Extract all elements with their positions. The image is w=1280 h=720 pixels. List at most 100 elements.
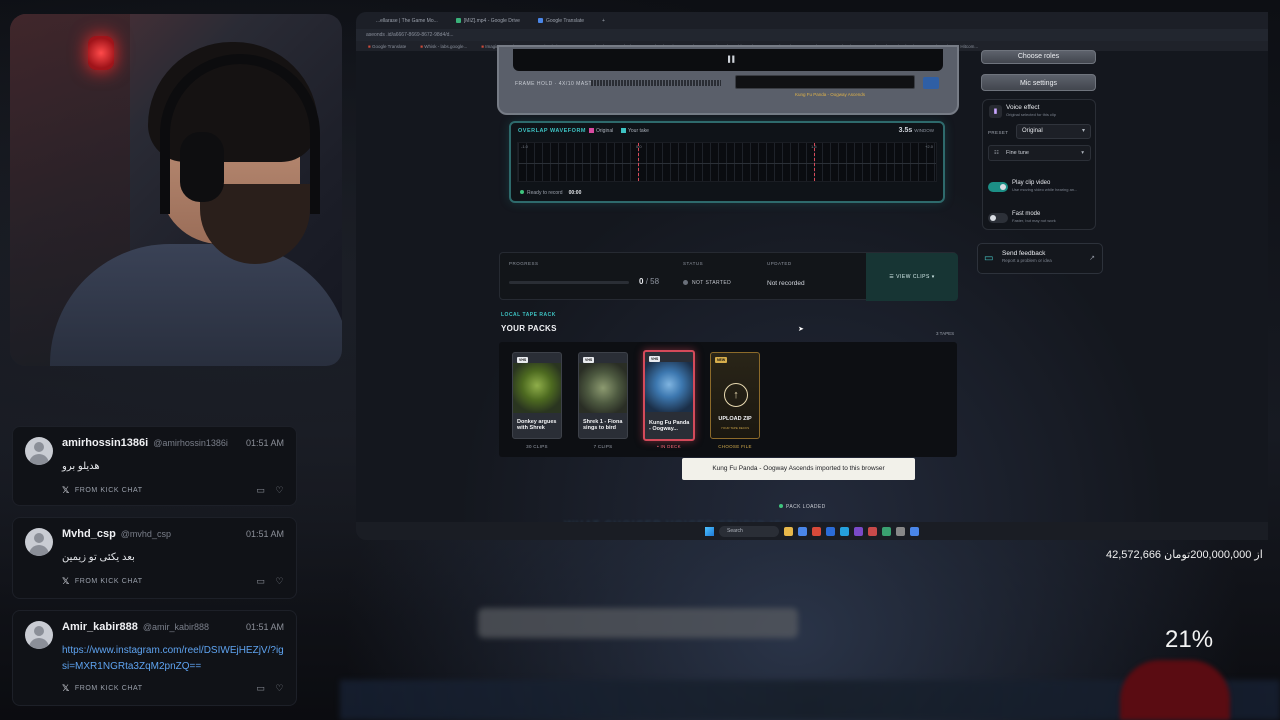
chat-username: Mvhd_csp (62, 528, 116, 540)
pack-caption: 7 CLIPS (593, 444, 613, 449)
send-feedback-button[interactable]: ▭ Send feedback Report a problem or idea … (977, 243, 1103, 274)
chat-text: بعد یکئی تو زیمین (62, 552, 135, 563)
folder-icon[interactable] (784, 526, 793, 536)
pack-name: Kung Fu Panda - Oogway... (649, 420, 690, 432)
screen-capture: ...ellarase | The Game Mo... [MIZ].mp4 -… (356, 12, 1268, 540)
store-icon[interactable] (826, 526, 835, 536)
new-tab-icon[interactable]: + (602, 18, 605, 24)
fast-mode-toggle[interactable] (988, 213, 1008, 223)
windows-start-icon[interactable] (705, 526, 714, 536)
donation-goal-text: 42,572,666 از 200,000,000تومان (1106, 549, 1263, 561)
updated-label: UPDATED (767, 261, 792, 266)
progress-count: 0 / 58 (639, 277, 660, 286)
fast-mode-sub: Faster, but may not work (1012, 218, 1056, 223)
preset-select[interactable]: Original (1016, 124, 1091, 139)
video-player: ▌▌ FRAME HOLD · 4X/10 MASTER Kung Fu Pan… (497, 45, 959, 115)
tick-label: +2.0 (925, 144, 933, 149)
pack-badge: VHS (517, 357, 529, 363)
red-light (88, 36, 114, 70)
feedback-title: Send feedback (1002, 250, 1046, 257)
chat-username: amirhossin1386i (62, 437, 149, 449)
legend-original: Original (589, 128, 613, 134)
pack-card-donkey[interactable]: VHS Donkey argues with Shrek (512, 352, 562, 439)
overlap-waveform: OVERLAP WAVEFORM Original Your take 3.5s… (509, 121, 945, 203)
settings-icon[interactable] (896, 526, 905, 536)
chat-source: FROM KICK CHAT (74, 685, 143, 692)
choose-file-button[interactable]: CHOOSE FILE (710, 444, 760, 449)
frame-meta: FRAME HOLD · 4X/10 MASTER (515, 81, 601, 87)
tape-slot (735, 75, 915, 89)
video-screen[interactable]: ▌▌ (513, 49, 943, 71)
avatar (25, 437, 53, 465)
voice-effect-panel: ▮ Voice effect Original selected for this… (982, 99, 1096, 230)
chat-message: Amir_kabir888 @amir_kabir888 01:51 AM ht… (12, 610, 297, 706)
legend-your-take: Your take (621, 128, 649, 134)
bookmark[interactable]: Google Translate (368, 44, 406, 49)
avatar (25, 528, 53, 556)
address-bar[interactable]: aseonds .id/a6667-8669-8672-98d4/d... (356, 29, 1268, 41)
marker-end (814, 143, 815, 181)
edge-icon[interactable] (798, 526, 807, 536)
bookmark[interactable]: Whisk - labs.google... (420, 44, 467, 49)
pack-art (645, 362, 693, 412)
reply-icon[interactable]: ▭ (256, 485, 265, 496)
waveform-grid[interactable]: -1.0 0.0 1.5 +2.0 (517, 142, 937, 182)
progress-label: PROGRESS (509, 261, 539, 266)
heart-icon[interactable]: ♡ (275, 576, 284, 587)
play-clip-toggle[interactable] (988, 182, 1008, 192)
app-icon[interactable] (882, 526, 891, 536)
heart-icon[interactable]: ♡ (275, 683, 284, 694)
pause-icon[interactable]: ▌▌ (728, 57, 737, 63)
app-icon[interactable] (910, 526, 919, 536)
chat-message: amirhossin1386i @amirhossin1386i 01:51 A… (12, 426, 297, 506)
marker-start (638, 143, 639, 181)
voice-effect-sub: Original selected for this clip (1006, 112, 1057, 117)
upload-arrow-icon: ↑ (724, 383, 748, 407)
x-icon: 𝕏 (62, 576, 70, 586)
browser-tab[interactable]: [MIZ].mp4 - Google Drive (455, 18, 520, 24)
taskbar-search[interactable]: Search (719, 525, 779, 537)
import-toast: Kung Fu Panda - Oogway Ascends imported … (682, 458, 915, 480)
chat-handle: @amirhossin1386i (153, 438, 228, 448)
x-icon: 𝕏 (62, 683, 70, 693)
pack-name: Shrek 1 - Fiona sings to bird (583, 419, 623, 431)
chat-source: FROM KICK CHAT (74, 487, 143, 494)
chrome-icon[interactable] (812, 526, 821, 536)
chat-text: هدیلو برو (62, 461, 100, 472)
browser-tab[interactable]: Google Translate (537, 18, 584, 24)
telegram-icon[interactable] (840, 526, 849, 536)
mic-settings-button[interactable]: Mic settings (981, 74, 1096, 91)
voice-effect-title: Voice effect (1006, 104, 1040, 111)
level-meter (591, 80, 721, 86)
blurred-bar (478, 608, 798, 638)
pack-card-fiona[interactable]: VHS Shrek 1 - Fiona sings to bird (578, 352, 628, 439)
blurred-object (1120, 660, 1230, 720)
packs-title: YOUR PACKS (501, 324, 557, 333)
clip-caption: Kung Fu Panda - Oogway Ascends (795, 92, 866, 97)
app-icon[interactable] (868, 526, 877, 536)
reply-icon[interactable]: ▭ (256, 576, 265, 587)
fine-tune-dropdown[interactable]: Fine tune (988, 145, 1091, 161)
chat-message: Mvhd_csp @mvhd_csp 01:51 AM بعد یکئی تو … (12, 517, 297, 599)
choose-roles-button[interactable]: Choose roles (981, 50, 1096, 64)
tape-shelf: VHS Donkey argues with Shrek 30 CLIPS VH… (499, 342, 957, 457)
webcam-feed (10, 14, 342, 366)
pack-card-oogway[interactable]: VHS Kung Fu Panda - Oogway... (643, 350, 695, 441)
play-clip-title: Play clip video (1012, 180, 1051, 186)
tape-icon (923, 77, 939, 89)
chat-link[interactable]: https://www.instagram.com/reel/DSIWEjHEZ… (62, 643, 284, 675)
pack-caption: • IN DECK (657, 444, 681, 449)
app-viewport: ▌▌ FRAME HOLD · 4X/10 MASTER Kung Fu Pan… (356, 45, 1268, 531)
tapes-count: 3 TAPES (936, 331, 955, 336)
upload-zip-card[interactable]: NEW ↑ UPLOAD ZIP YOUR TAPE DECKS (710, 352, 760, 439)
fast-mode-title: Fast mode (1012, 211, 1041, 217)
app-icon[interactable] (854, 526, 863, 536)
view-clips-button[interactable]: ☰ VIEW CLIPS ▾ (866, 253, 958, 301)
browser-tab[interactable]: ...ellarase | The Game Mo... (376, 18, 438, 24)
reply-icon[interactable]: ▭ (256, 683, 265, 694)
taskbar: Search (356, 522, 1268, 540)
mouse-cursor-icon: ➤ (798, 326, 804, 333)
waveform-title: OVERLAP WAVEFORM (518, 128, 586, 134)
heart-icon[interactable]: ♡ (275, 485, 284, 496)
chat-username: Amir_kabir888 (62, 621, 138, 633)
